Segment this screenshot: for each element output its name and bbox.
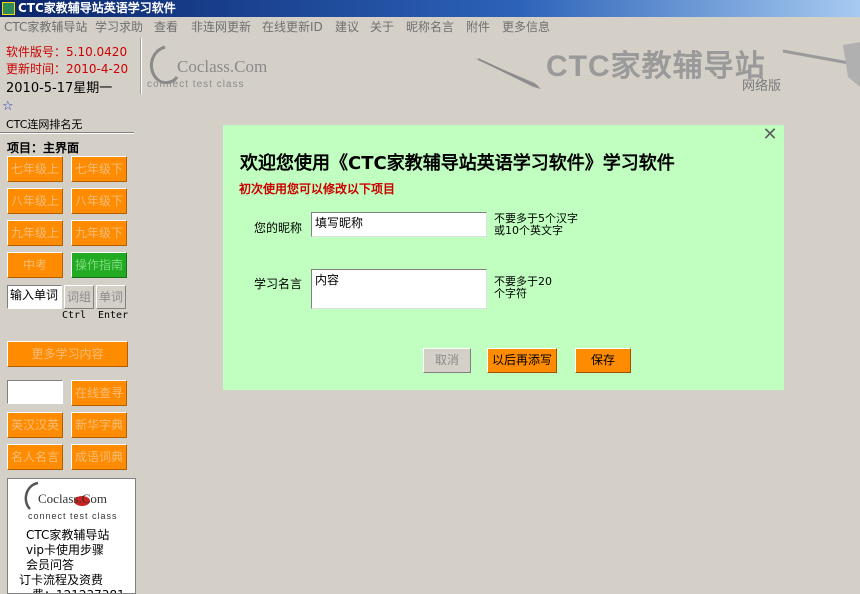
- title-bar: CTC家教辅导站英语学习软件: [0, 0, 860, 17]
- motto-label: 学习名言: [254, 277, 303, 291]
- grade9-1-button[interactable]: 九年级上: [7, 220, 63, 246]
- header-divider: [140, 38, 142, 94]
- online-lookup-button[interactable]: 在线查寻: [71, 380, 127, 406]
- update-label: 更新时间：2010-4-20: [6, 62, 129, 76]
- promo-logo-sub: connect test class: [28, 511, 118, 521]
- xinhua-dict-button[interactable]: 新华字典: [71, 412, 127, 438]
- promo-logo-swoosh: [24, 481, 39, 510]
- pen-sketch-right: [843, 42, 860, 87]
- banner-logo-sub: connect test class: [147, 79, 245, 90]
- star-icon: ☆: [2, 99, 14, 114]
- phrase-button[interactable]: 词组: [64, 285, 94, 309]
- menu-attachment[interactable]: 附件: [466, 17, 490, 37]
- banner-brand: CTC家教辅导站: [546, 50, 766, 83]
- menu-bar: CTC家教辅导站 学习求助 查看 非连网更新 在线更新ID 建议 关于 昵称名言…: [0, 17, 860, 37]
- sidebar-divider: [0, 132, 134, 134]
- hint-ctrl: Ctrl: [62, 310, 87, 321]
- grade7-1-button[interactable]: 七年级上: [7, 156, 63, 182]
- fill-later-button[interactable]: 以后再添写: [487, 348, 557, 373]
- banner: Coclass.Com connect test class CTC家教辅导站 …: [143, 37, 860, 94]
- grade7-2-button[interactable]: 七年级下: [71, 156, 127, 182]
- menu-online-update[interactable]: 在线更新ID: [262, 17, 323, 37]
- grade8-2-button[interactable]: 八年级下: [71, 188, 127, 214]
- app-icon: [2, 2, 15, 15]
- menu-nickname[interactable]: 昵称名言: [406, 17, 454, 37]
- banner-edition: 网络版: [742, 79, 782, 94]
- logo-swoosh: [149, 45, 179, 85]
- menu-view[interactable]: 查看: [154, 17, 178, 37]
- window-title: CTC家教辅导站英语学习软件: [18, 1, 176, 15]
- promo-link-fee: 费：121237381: [32, 586, 125, 593]
- motto-note: 不要多于20个字符: [494, 275, 552, 300]
- save-button[interactable]: 保存: [575, 348, 631, 373]
- idiom-dict-button[interactable]: 成语词典: [71, 444, 127, 470]
- word-input[interactable]: 输入单词: [7, 285, 62, 309]
- banner-logo: Coclass.Com: [177, 57, 268, 76]
- sidebar: ☆ CTC连网排名无 项目：主界面 七年级上 七年级下 八年级上 八年级下 九年…: [0, 96, 137, 594]
- promo-logo: Coclass.Com: [38, 491, 107, 506]
- rank-text: CTC连网排名无: [6, 118, 83, 131]
- nickname-label: 您的昵称: [254, 221, 303, 235]
- guide-button[interactable]: 操作指南: [71, 252, 127, 278]
- menu-offline-update[interactable]: 非连网更新: [191, 17, 251, 37]
- menu-about[interactable]: 关于: [370, 17, 394, 37]
- menu-help[interactable]: 学习求助: [95, 17, 143, 37]
- word-button[interactable]: 单词: [96, 285, 126, 309]
- pen-line-left: [477, 58, 539, 88]
- date-text: 2010-5-17星期一: [6, 81, 113, 96]
- menu-suggest[interactable]: 建议: [335, 17, 359, 37]
- version-label: 软件版号：5.10.0420: [6, 45, 128, 59]
- dialog-subtitle: 初次使用您可以修改以下项目: [239, 182, 396, 196]
- cancel-button[interactable]: 取消: [423, 348, 471, 373]
- menu-ctc[interactable]: CTC家教辅导站: [4, 17, 87, 37]
- menu-more-info[interactable]: 更多信息: [502, 17, 550, 37]
- hint-enter: Enter: [98, 310, 129, 321]
- welcome-dialog: ✕ 欢迎您使用《CTC家教辅导站英语学习软件》学习软件 初次使用您可以修改以下项…: [223, 125, 784, 390]
- nickname-note: 不要多于5个汉字或10个英文字: [494, 212, 578, 237]
- quotes-button[interactable]: 名人名言: [7, 444, 63, 470]
- nickname-field[interactable]: 填写昵称: [311, 212, 487, 237]
- zhongkao-button[interactable]: 中考: [7, 252, 63, 278]
- en-cn-dict-button[interactable]: 英汉汉英: [7, 412, 63, 438]
- info-panel: 软件版号：5.10.0420 更新时间：2010-4-20 2010-5-17星…: [0, 38, 140, 96]
- grade8-1-button[interactable]: 八年级上: [7, 188, 63, 214]
- dialog-title: 欢迎您使用《CTC家教辅导站英语学习软件》学习软件: [240, 153, 675, 174]
- more-content-button[interactable]: 更多学习内容: [7, 341, 128, 367]
- close-icon[interactable]: ✕: [761, 126, 779, 144]
- project-label: 项目：主界面: [7, 141, 80, 155]
- promo-panel: Coclass.Com connect test class CTC家教辅导站 …: [7, 478, 136, 594]
- lookup-input[interactable]: [7, 380, 63, 404]
- grade9-2-button[interactable]: 九年级下: [71, 220, 127, 246]
- motto-field[interactable]: 内容: [311, 269, 487, 309]
